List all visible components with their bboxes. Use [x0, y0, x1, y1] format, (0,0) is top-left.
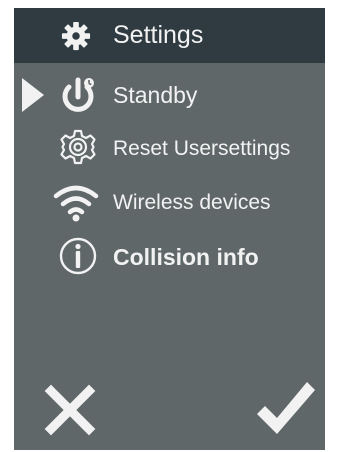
settings-screen: Settings Standby Reset Usersettings Wire…	[14, 8, 325, 450]
menu-item-label: Wireless devices	[113, 191, 271, 214]
menu-item-reset-usersettings[interactable]: Reset Usersettings	[14, 122, 325, 176]
gear-outline-icon	[60, 129, 96, 165]
close-icon[interactable]	[42, 382, 98, 438]
power-icon	[62, 77, 94, 112]
selection-caret-icon	[22, 78, 44, 112]
header-bar: Settings	[14, 8, 325, 63]
menu-item-label: Collision info	[113, 244, 259, 270]
menu-item-standby[interactable]: Standby	[14, 68, 325, 122]
page-title: Settings	[113, 21, 204, 49]
menu-item-wireless-devices[interactable]: Wireless devices	[14, 176, 325, 230]
wifi-icon	[53, 185, 99, 222]
menu-item-label: Standby	[113, 82, 198, 108]
menu-item-collision-info[interactable]: Collision info	[14, 230, 325, 284]
info-icon	[59, 237, 97, 275]
checkmark-icon[interactable]	[255, 380, 317, 438]
menu-item-label: Reset Usersettings	[113, 137, 291, 160]
gear-icon	[61, 21, 91, 51]
